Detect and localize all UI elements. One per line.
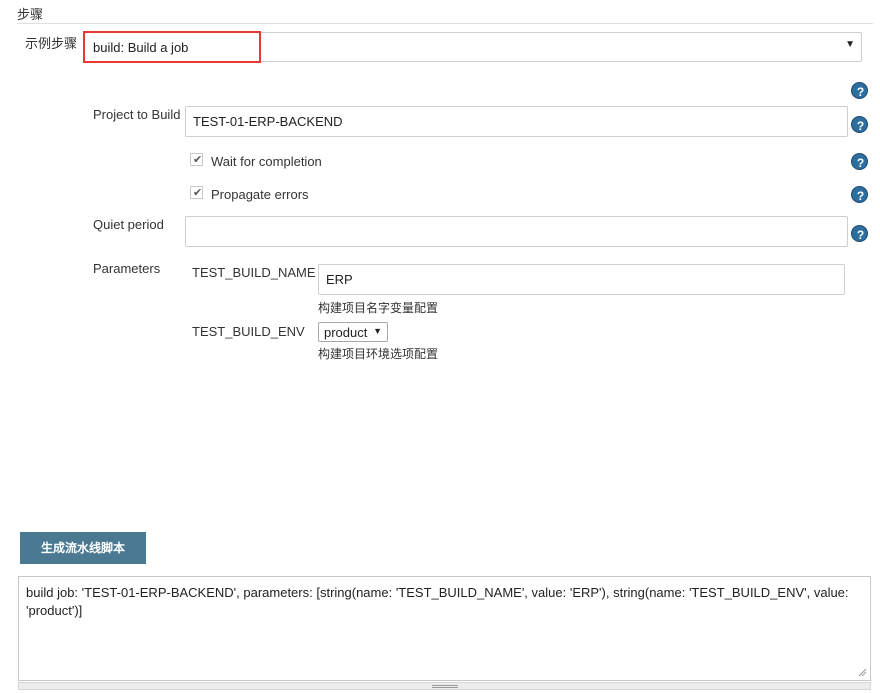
- checkmark-icon: ✔: [193, 154, 203, 166]
- resize-grip-icon[interactable]: [858, 668, 867, 677]
- param-env: TEST_BUILD_ENV: [192, 324, 305, 339]
- propagate-checkbox[interactable]: ✔: [190, 186, 203, 199]
- svg-text:?: ?: [857, 119, 864, 133]
- help-icon[interactable]: ?: [851, 186, 868, 203]
- svg-text:?: ?: [857, 156, 864, 170]
- step-select-value: build: Build a job: [93, 40, 189, 55]
- script-output[interactable]: build job: 'TEST-01-ERP-BACKEND', parame…: [18, 576, 871, 681]
- project-label: Project to Build: [93, 107, 181, 122]
- svg-text:?: ?: [857, 85, 864, 99]
- env-select[interactable]: product ▼: [318, 322, 388, 342]
- help-icon[interactable]: ?: [851, 82, 868, 99]
- help-icon[interactable]: ?: [851, 116, 868, 133]
- wait-checkbox[interactable]: ✔: [190, 153, 203, 166]
- drag-handle-icon: [432, 685, 458, 688]
- help-icon[interactable]: ?: [851, 225, 868, 242]
- chevron-down-icon: ▼: [373, 326, 382, 336]
- svg-text:?: ?: [857, 228, 864, 242]
- help-icon[interactable]: ?: [851, 153, 868, 170]
- script-output-text: build job: 'TEST-01-ERP-BACKEND', parame…: [26, 585, 849, 618]
- project-input[interactable]: TEST-01-ERP-BACKEND: [185, 106, 848, 137]
- bottom-resize-bar[interactable]: [18, 682, 871, 690]
- env-select-value: product: [324, 325, 368, 340]
- step-select[interactable]: build: Build a job ▼: [84, 32, 862, 62]
- wait-label: Wait for completion: [211, 154, 322, 169]
- chevron-down-icon: ▼: [845, 39, 855, 50]
- quiet-input[interactable]: [185, 216, 848, 247]
- quiet-label: Quiet period: [93, 217, 164, 232]
- step-label: 示例步骤: [25, 36, 78, 51]
- param-name: TEST_BUILD_NAME: [192, 265, 316, 280]
- propagate-label: Propagate errors: [211, 187, 309, 202]
- svg-text:?: ?: [857, 189, 864, 203]
- param-description: 构建项目环境选项配置: [318, 347, 439, 361]
- param-name-input[interactable]: ERP: [318, 264, 845, 295]
- param-description: 构建项目名字变量配置: [318, 301, 439, 315]
- section-divider: [17, 23, 873, 24]
- generate-pipeline-script-button[interactable]: 生成流水线脚本: [20, 532, 146, 564]
- parameters-label: Parameters: [93, 261, 161, 276]
- checkmark-icon: ✔: [193, 187, 203, 199]
- section-title: 步骤: [17, 7, 44, 22]
